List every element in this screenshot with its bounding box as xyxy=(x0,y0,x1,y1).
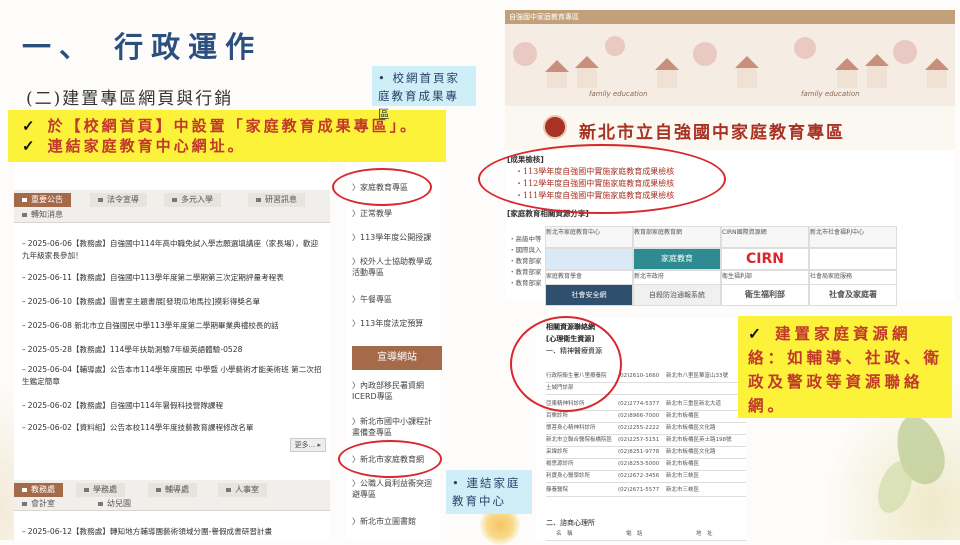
resource-tile[interactable]: 新北市家庭教育中心 xyxy=(545,226,633,248)
news-item[interactable]: –2025-06-02【教務處】自強國中114年暑假科技營隊課程 xyxy=(22,400,322,412)
houses-illustration xyxy=(513,36,949,88)
cirn-tile[interactable]: CIRN xyxy=(721,248,809,270)
tab-important[interactable]: 重要公告 xyxy=(14,193,71,207)
news-item[interactable]: –2025-05-28【教務處】114學年扶助測驗7年級英語體驗-0528 xyxy=(22,344,322,356)
left-link[interactable]: ・教育部家 xyxy=(509,267,542,278)
sidebar-item-outside-help[interactable]: 〉校外人士協助教學或活動專區 xyxy=(352,256,438,278)
tab-student-affairs[interactable]: 學務處 xyxy=(76,483,125,497)
banner: family education family education 新北市立自強… xyxy=(505,24,955,150)
banner-label-left: family education xyxy=(589,90,648,98)
more-button[interactable]: 更多... ▸ xyxy=(289,438,326,452)
suicide-prevention-tile[interactable]: 自殺防治通報系統 xyxy=(633,284,721,306)
sidebar-link-icerd[interactable]: 〉內政部移民署資網ICERD專區 xyxy=(352,380,438,402)
sfaa-tile[interactable]: 社會及家庭署 xyxy=(809,284,897,306)
resource-tile[interactable]: 教育部家庭教育網 xyxy=(633,226,721,248)
news-item[interactable]: –2025-06-12【教務處】轉知地方輔導團藝術領域分團-譽假成書研習計畫 xyxy=(22,526,322,538)
school-logo-icon xyxy=(543,115,567,139)
resource-left-links: ・高級中等 ・國際與入 ・教育部家 ・教育部家 ・教育部家 xyxy=(509,234,542,289)
tab-forward[interactable]: 轉知消息 xyxy=(14,208,71,222)
left-link[interactable]: ・國際與入 xyxy=(509,245,542,256)
table-header-row: 名 稱電 話地 址 xyxy=(546,528,746,541)
tab-training[interactable]: 研習訊息 xyxy=(248,193,305,207)
resource-tiles: 新北市家庭教育中心 教育部家庭教育網 CIRN國際資源網 新北市社會福利中心 家… xyxy=(545,226,897,306)
window-title: 自強國中家庭教育專區 xyxy=(505,10,955,24)
sidebar-item-normal-teaching[interactable]: 〉正常教學 xyxy=(352,208,438,219)
sidebar-link-curriculum[interactable]: 〉新北市國中小課程計畫備查專區 xyxy=(352,416,438,438)
highlight-ring-results xyxy=(478,144,726,214)
sidebar-item-budget[interactable]: 〉113年度法定預算 xyxy=(352,318,438,329)
sidebar-link-library[interactable]: 〉新北市立圖書館 xyxy=(352,516,438,527)
tab-personnel[interactable]: 人事室 xyxy=(218,483,267,497)
sidebar-item-open-class[interactable]: 〉113學年度公開授課 xyxy=(352,232,438,243)
center-note: • 連結家庭教育中心 xyxy=(446,470,532,514)
news-item[interactable]: –2025-06-06【教務處】自強國中114年高中職免試入學志願選填講座（家長… xyxy=(22,238,322,262)
school-sidebar: 〉家庭教育專區 〉正常教學 〉113學年度公開授課 〉校外人士協助教學或活動專區… xyxy=(346,160,442,540)
tab-academic[interactable]: 教務處 xyxy=(14,483,63,497)
slide-subtitle: (二)建置專區網頁與行銷 xyxy=(26,89,234,109)
tab-counseling[interactable]: 輔導處 xyxy=(148,483,197,497)
banner-label-right: family education xyxy=(801,90,860,98)
contact-subsection-2: 二、諮商心理所 xyxy=(546,519,595,527)
social-safety-net-tile[interactable]: 社會安全網 xyxy=(545,284,633,306)
highlight-ring-family-net xyxy=(338,440,442,478)
sidebar-link-conflict[interactable]: 〉公職人員利益衝突迴避專區 xyxy=(352,478,438,500)
sidebar-header: 宣導網站 xyxy=(352,346,442,370)
left-link[interactable]: ・高級中等 xyxy=(509,234,542,245)
highlight-ring-family-section xyxy=(332,168,432,206)
resource-callout: ✓ 建置家庭資源網絡：如輔導、社政、衛政及警政等資源聯絡網。 xyxy=(738,316,952,418)
announcement-tabs: 重要公告 法令宣導 多元入學 研習訊息 轉知消息 xyxy=(14,190,330,223)
resource-tile[interactable] xyxy=(545,248,633,270)
table-row: 利寶身心醫學診所 (02)2672-3456 新北市三峽區 xyxy=(546,470,746,483)
tab-law[interactable]: 法令宣導 xyxy=(90,193,147,207)
resource-tile[interactable] xyxy=(809,248,897,270)
news-item[interactable]: –2025-06-02【資料組】公告本校114學年度技藝教育課程修改名單 xyxy=(22,422,322,434)
news-item[interactable]: –2025-06-04【輔導處】公告本市114學年度國民 中學暨 小學藝術才能美… xyxy=(22,364,322,388)
tab-admission[interactable]: 多元入學 xyxy=(164,193,221,207)
moe-family-tile[interactable]: 家庭教育 xyxy=(633,248,721,270)
news-item[interactable]: –2025-06-11【教務處】自強國中113學年度第二學期第三次定期評量考程表 xyxy=(22,272,322,284)
homepage-note: • 校網首頁家庭教育成果專區 xyxy=(372,66,476,121)
slide-title: 一、 行政運作 xyxy=(22,30,263,64)
table-row: 靜養醫院 (02)2671-5577 新北市三峽區 xyxy=(546,484,746,497)
school-homepage-screenshot: 重要公告 法令宣導 多元入學 研習訊息 轉知消息 –2025-06-06【教務處… xyxy=(14,160,330,540)
page-title: 新北市立自強國中家庭教育專區 xyxy=(579,123,845,143)
mohw-tile[interactable]: 衛生福利部 xyxy=(721,284,809,306)
resource-tile[interactable]: 新北市社會福利中心 xyxy=(809,226,897,248)
tab-accounting[interactable]: 會計室 xyxy=(14,497,63,511)
news-item[interactable]: –2025-06-10【教務處】圖書室主題書展[發現瓜地馬拉]摸彩得獎名單 xyxy=(22,296,322,308)
news-item[interactable]: –2025-06-08 新北市立自強國民中學113學年度第二學期畢業典禮校長的話 xyxy=(22,320,322,332)
resource-tile[interactable]: CIRN國際資源網 xyxy=(721,226,809,248)
department-tabs: 教務處 學務處 輔導處 人事室 會計室 幼兒園 xyxy=(14,480,330,511)
sidebar-item-lunch[interactable]: 〉午餐專區 xyxy=(352,294,438,305)
left-link[interactable]: ・教育部家 xyxy=(509,278,542,289)
highlight-ring-contacts xyxy=(510,316,622,412)
left-link[interactable]: ・教育部家 xyxy=(509,256,542,267)
tab-kindergarten[interactable]: 幼兒園 xyxy=(90,497,139,511)
